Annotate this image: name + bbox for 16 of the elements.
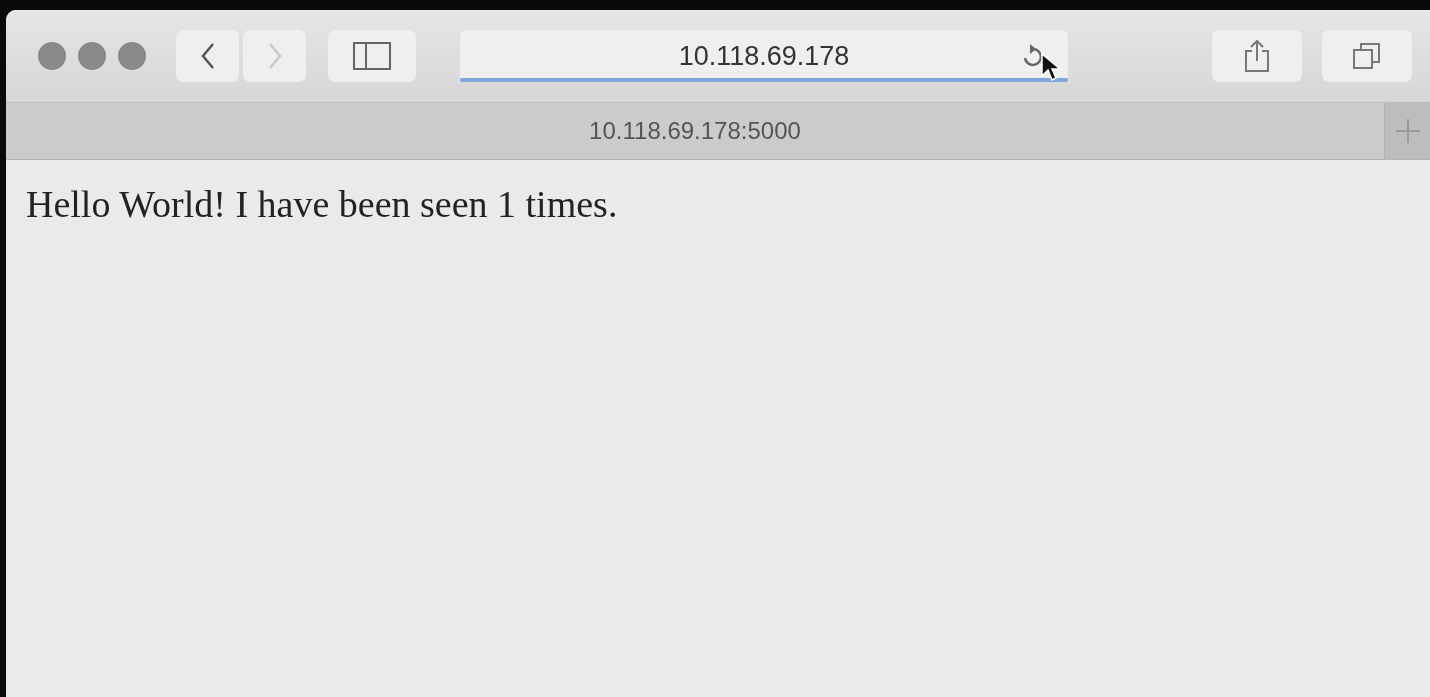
page-text: Hello World! I have been seen 1 times.: [26, 183, 618, 225]
zoom-button[interactable]: [118, 42, 146, 70]
chevron-right-icon: [266, 42, 283, 70]
minimize-button[interactable]: [78, 42, 106, 70]
cursor-icon: [1040, 52, 1062, 82]
chevron-left-icon: [199, 42, 216, 70]
back-button[interactable]: [176, 30, 239, 82]
sidebar-icon: [353, 42, 391, 70]
plus-icon: [1394, 118, 1421, 144]
sidebar-button[interactable]: [328, 30, 416, 82]
tabs-icon: [1352, 41, 1382, 71]
close-button[interactable]: [38, 42, 66, 70]
tabs-overview-button[interactable]: [1322, 30, 1412, 82]
share-button[interactable]: [1212, 30, 1302, 82]
share-icon: [1243, 39, 1271, 73]
address-bar[interactable]: 10.118.69.178: [460, 30, 1068, 82]
